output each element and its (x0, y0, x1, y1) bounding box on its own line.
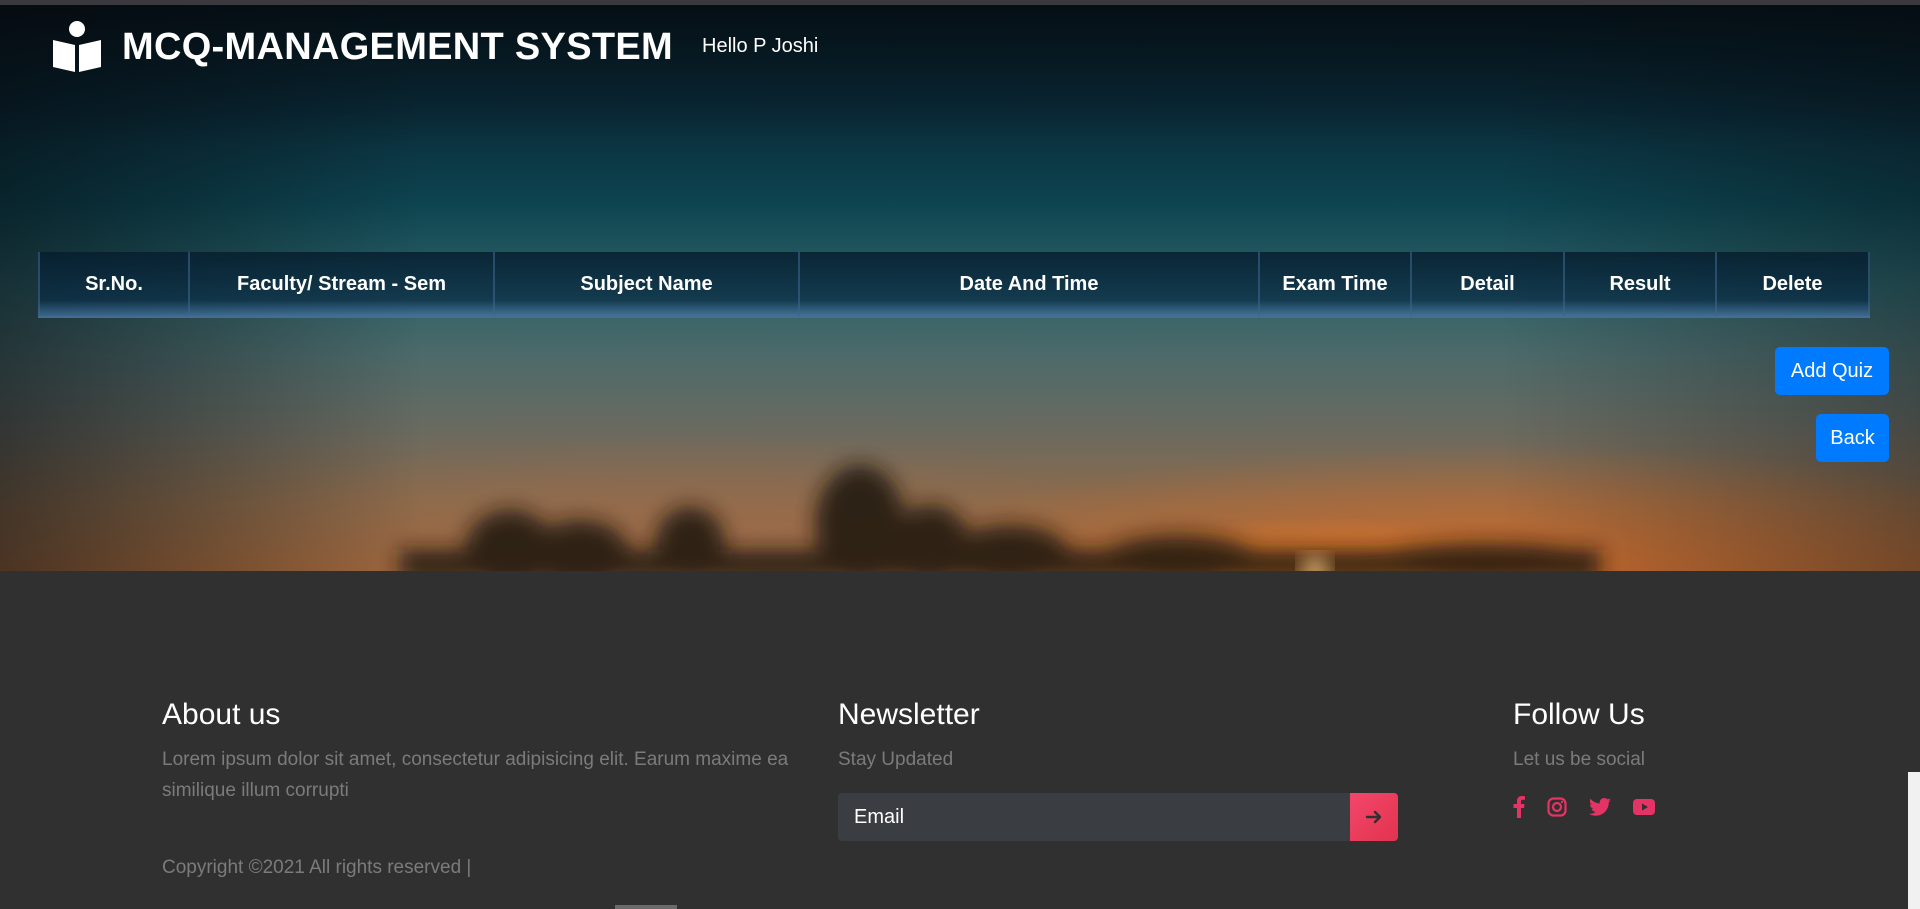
brand[interactable]: MCQ-MANAGEMENT SYSTEM (50, 20, 673, 74)
quiz-table-header: Sr.No. Faculty/ Stream - Sem Subject Nam… (38, 252, 1870, 318)
add-quiz-button[interactable]: Add Quiz (1775, 347, 1889, 395)
about-title: About us (162, 698, 281, 731)
facebook-icon[interactable] (1513, 796, 1525, 818)
newsletter-subtitle: Stay Updated (838, 749, 954, 770)
back-button[interactable]: Back (1816, 414, 1889, 462)
instagram-icon[interactable] (1547, 797, 1567, 817)
newsletter-form (838, 793, 1398, 841)
newsletter-section: Newsletter Stay Updated (838, 698, 1398, 775)
user-greeting: Hello P Joshi (702, 35, 819, 57)
column-header-subject-name: Subject Name (495, 252, 800, 316)
column-header-detail: Detail (1412, 252, 1565, 316)
app-title: MCQ-MANAGEMENT SYSTEM (122, 25, 673, 68)
follow-subtitle: Let us be social (1513, 749, 1646, 770)
column-header-exam-time: Exam Time (1260, 252, 1412, 316)
copyright-text: Copyright ©2021 All rights reserved | (162, 857, 472, 878)
column-header-delete: Delete (1717, 252, 1870, 316)
bottom-scroll-indicator (615, 905, 677, 909)
reading-book-icon (50, 20, 104, 74)
email-field[interactable] (838, 793, 1350, 841)
scrollbar-track[interactable] (1908, 772, 1920, 909)
about-section: About us Lorem ipsum dolor sit amet, con… (162, 698, 802, 806)
column-header-faculty-stream-sem: Faculty/ Stream - Sem (190, 252, 495, 316)
about-text: Lorem ipsum dolor sit amet, consectetur … (162, 749, 789, 801)
column-header-date-and-time: Date And Time (800, 252, 1260, 316)
footer: About us Lorem ipsum dolor sit amet, con… (0, 571, 1920, 909)
youtube-icon[interactable] (1633, 799, 1655, 815)
arrow-right-icon (1364, 807, 1384, 827)
newsletter-title: Newsletter (838, 698, 980, 731)
follow-section: Follow Us Let us be social (1513, 698, 1813, 775)
twitter-icon[interactable] (1589, 798, 1611, 816)
follow-title: Follow Us (1513, 698, 1645, 731)
column-header-sr-no: Sr.No. (38, 252, 190, 316)
column-header-result: Result (1565, 252, 1717, 316)
newsletter-submit-button[interactable] (1350, 793, 1398, 841)
social-links (1513, 796, 1677, 818)
